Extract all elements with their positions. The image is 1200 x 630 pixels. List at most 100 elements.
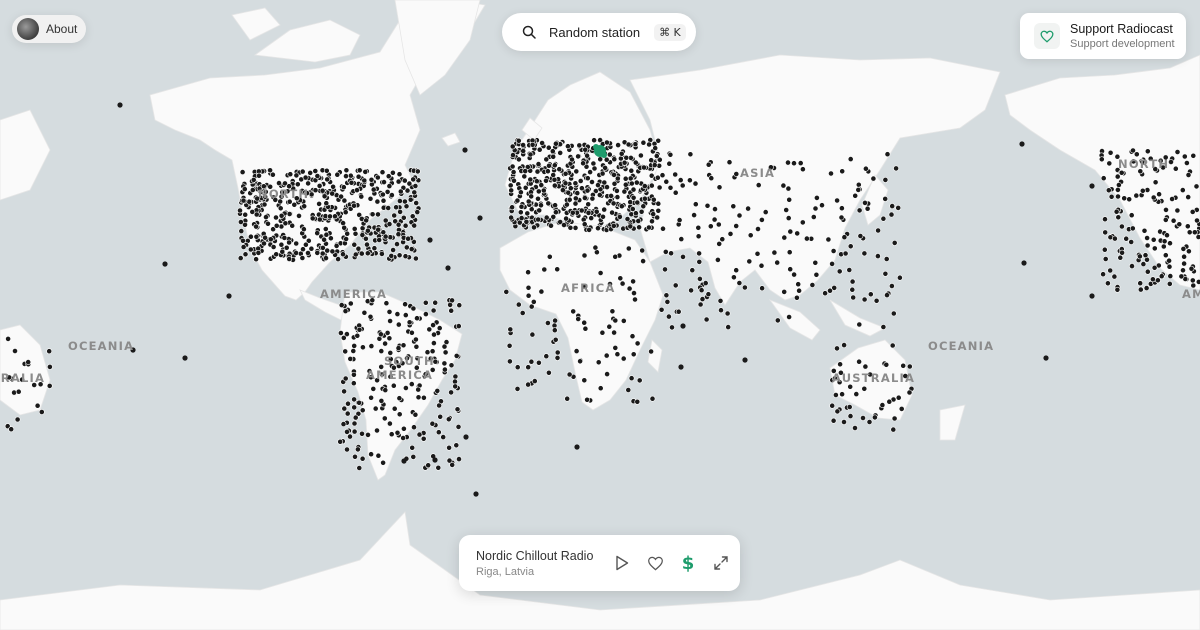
station-dot[interactable] bbox=[247, 246, 254, 253]
station-dot[interactable] bbox=[414, 209, 421, 215]
station-dot[interactable] bbox=[359, 407, 366, 414]
station-dot[interactable] bbox=[678, 236, 685, 242]
station-dot[interactable] bbox=[898, 405, 905, 412]
station-dot[interactable] bbox=[362, 168, 369, 175]
station-dot[interactable] bbox=[841, 234, 848, 241]
station-dot[interactable] bbox=[646, 224, 652, 231]
station-dot[interactable] bbox=[327, 213, 333, 220]
station-dot[interactable] bbox=[1156, 191, 1162, 198]
station-dot[interactable] bbox=[344, 230, 351, 237]
station-dot[interactable] bbox=[396, 411, 403, 418]
station-dot[interactable] bbox=[572, 224, 579, 231]
station-dot[interactable] bbox=[340, 334, 347, 341]
support-radiocast-button[interactable]: Support Radiocast Support development bbox=[1020, 13, 1186, 59]
station-dot[interactable] bbox=[277, 205, 284, 212]
station-dot[interactable] bbox=[629, 206, 636, 212]
station-dot[interactable] bbox=[343, 167, 350, 174]
station-dot[interactable] bbox=[514, 385, 521, 392]
station-dot[interactable] bbox=[838, 214, 845, 221]
station-dot[interactable] bbox=[852, 192, 859, 199]
station-dot[interactable] bbox=[733, 267, 740, 274]
station-dot[interactable] bbox=[602, 164, 608, 171]
station-dot[interactable] bbox=[524, 210, 531, 217]
station-dot[interactable] bbox=[705, 291, 712, 298]
station-dot[interactable] bbox=[356, 326, 363, 333]
station-dot[interactable] bbox=[1195, 234, 1200, 240]
station-dot[interactable] bbox=[581, 221, 588, 228]
station-dot[interactable] bbox=[609, 209, 615, 216]
station-dot[interactable] bbox=[702, 280, 709, 286]
station-dot[interactable] bbox=[629, 333, 636, 340]
station-dot[interactable] bbox=[855, 186, 862, 193]
station-dot[interactable] bbox=[736, 280, 743, 286]
station-dot[interactable] bbox=[1179, 187, 1186, 193]
station-dot[interactable] bbox=[591, 137, 597, 144]
station-dot[interactable] bbox=[597, 385, 604, 392]
station-dot[interactable] bbox=[577, 358, 583, 365]
station-dot[interactable] bbox=[510, 169, 517, 175]
station-dot[interactable] bbox=[368, 451, 374, 458]
station-dot[interactable] bbox=[323, 167, 330, 174]
station-dot[interactable] bbox=[595, 182, 601, 188]
station-dot[interactable] bbox=[1181, 260, 1187, 267]
station-dot[interactable] bbox=[416, 431, 423, 438]
station-dot[interactable] bbox=[269, 171, 276, 178]
station-dot[interactable] bbox=[655, 207, 662, 214]
station-dot[interactable] bbox=[400, 425, 407, 432]
station-dot[interactable] bbox=[327, 235, 334, 242]
station-dot[interactable] bbox=[1098, 156, 1105, 163]
station-dot[interactable] bbox=[342, 375, 349, 382]
station-dot[interactable] bbox=[747, 232, 754, 239]
station-dot[interactable] bbox=[351, 225, 358, 232]
station-dot[interactable] bbox=[564, 201, 570, 208]
station-dot[interactable] bbox=[361, 309, 368, 316]
station-dot[interactable] bbox=[783, 207, 790, 213]
station-dot[interactable] bbox=[435, 429, 442, 436]
station-dot[interactable] bbox=[785, 185, 792, 192]
station-dot[interactable] bbox=[381, 179, 387, 185]
station-dot[interactable] bbox=[658, 306, 665, 313]
station-dot[interactable] bbox=[566, 371, 573, 378]
station-dot[interactable] bbox=[286, 239, 292, 246]
station-dot[interactable] bbox=[648, 348, 654, 355]
station-dot[interactable] bbox=[1181, 153, 1188, 160]
station-dot[interactable] bbox=[1195, 279, 1200, 285]
station-dot[interactable] bbox=[834, 345, 840, 352]
station-dot[interactable] bbox=[351, 404, 358, 411]
station-dot[interactable] bbox=[324, 247, 331, 254]
station-dot[interactable] bbox=[599, 170, 606, 177]
station-dot[interactable] bbox=[473, 491, 479, 497]
station-dot[interactable] bbox=[1130, 147, 1136, 154]
station-dot[interactable] bbox=[324, 176, 331, 183]
station-dot[interactable] bbox=[623, 154, 630, 161]
station-dot[interactable] bbox=[553, 140, 559, 147]
station-dot[interactable] bbox=[1144, 148, 1151, 155]
station-dot[interactable] bbox=[253, 256, 259, 263]
station-dot[interactable] bbox=[576, 142, 583, 149]
station-dot[interactable] bbox=[1158, 273, 1165, 280]
station-dot[interactable] bbox=[601, 179, 608, 186]
station-dot[interactable] bbox=[270, 244, 277, 250]
station-dot[interactable] bbox=[675, 308, 682, 315]
station-dot[interactable] bbox=[435, 464, 442, 471]
station-dot[interactable] bbox=[1167, 240, 1173, 247]
station-dot[interactable] bbox=[242, 251, 249, 258]
station-dot[interactable] bbox=[1186, 229, 1193, 236]
station-dot[interactable] bbox=[852, 425, 858, 431]
station-dot[interactable] bbox=[523, 218, 530, 225]
station-dot[interactable] bbox=[362, 235, 369, 242]
station-dot[interactable] bbox=[414, 168, 421, 175]
station-dot[interactable] bbox=[1189, 208, 1196, 215]
station-dot[interactable] bbox=[359, 344, 366, 351]
station-dot[interactable] bbox=[528, 358, 535, 365]
station-dot[interactable] bbox=[1176, 221, 1183, 228]
station-dot[interactable] bbox=[680, 323, 686, 329]
station-dot[interactable] bbox=[857, 233, 864, 239]
station-dot[interactable] bbox=[162, 261, 168, 267]
station-dot[interactable] bbox=[785, 215, 792, 221]
station-dot[interactable] bbox=[518, 215, 525, 221]
station-dot[interactable] bbox=[839, 168, 846, 175]
station-dot[interactable] bbox=[1128, 212, 1135, 219]
station-dot[interactable] bbox=[388, 431, 395, 438]
station-dot[interactable] bbox=[286, 256, 293, 262]
